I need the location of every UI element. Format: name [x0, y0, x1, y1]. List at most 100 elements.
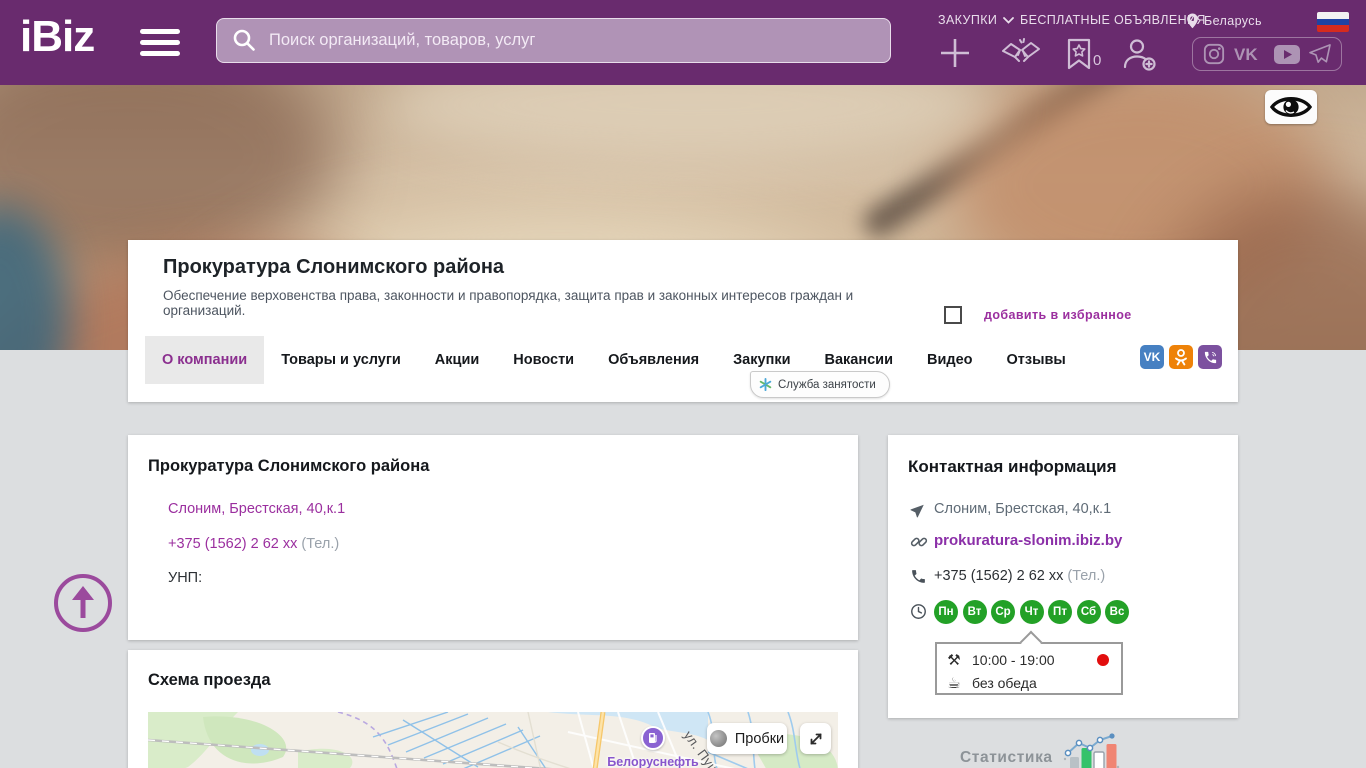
language-flag-russian[interactable] — [1317, 12, 1349, 32]
clock-icon — [910, 603, 928, 621]
nav-country[interactable]: Беларусь — [1186, 13, 1262, 29]
nav-country-label: Беларусь — [1204, 14, 1262, 28]
map-poi-label: Белоруснефть — [583, 755, 723, 768]
vacancy-tooltip-label: Служба занятости — [778, 379, 876, 391]
company-social-links: VK — [1140, 345, 1222, 369]
company-website-link[interactable]: prokuratura-slonim.ibiz.by — [934, 532, 1122, 549]
search-bar — [216, 18, 891, 63]
lunch-coffee-icon: ☕ — [945, 674, 963, 692]
day-badge-tue[interactable]: Вт — [963, 600, 987, 624]
lunch-note: без обеда — [972, 675, 1037, 691]
navigation-arrow-icon — [910, 501, 928, 519]
expand-icon — [808, 731, 824, 747]
day-badge-sat[interactable]: Сб — [1077, 600, 1101, 624]
tab-reviews[interactable]: Отзывы — [990, 336, 1083, 384]
handshake-icon — [1000, 38, 1042, 70]
tab-ads[interactable]: Объявления — [591, 336, 716, 384]
svg-text:VK: VK — [1234, 45, 1258, 63]
traffic-button-label: Пробки — [735, 731, 784, 747]
ibiz-logo[interactable]: iBiz — [20, 12, 94, 62]
add-to-favorites[interactable]: добавить в избранное — [944, 306, 1132, 324]
company-address-link[interactable]: Слоним, Брестская, 40,к.1 — [168, 501, 345, 517]
contact-phone[interactable]: +375 (1562) 2 62 xx — [934, 568, 1063, 584]
tab-video[interactable]: Видео — [910, 336, 990, 384]
user-add-icon — [1122, 38, 1158, 72]
profile-button[interactable] — [1122, 38, 1158, 72]
favorite-label: добавить в избранное — [984, 308, 1132, 322]
phone-note: (Тел.) — [301, 536, 339, 552]
link-icon — [910, 533, 928, 551]
contact-card-title: Контактная информация — [908, 457, 1117, 477]
eye-icon — [1270, 94, 1312, 120]
contact-address: Слоним, Брестская, 40,к.1 — [934, 501, 1111, 517]
header-social-links: VK — [1192, 37, 1342, 71]
day-badge-thu[interactable]: Чт — [1020, 600, 1044, 624]
nav-free-ads[interactable]: БЕСПЛАТНЫЕ ОБЪЯВЛЕНИЯ — [1020, 13, 1206, 27]
hamburger-menu-button[interactable] — [140, 29, 180, 57]
company-info-card: Прокуратура Слонимского района Слоним, Б… — [128, 435, 858, 640]
header: iBiz ЗАКУПКИ БЕСПЛАТНЫЕ ОБЪЯВЛЕНИЯ Белар… — [0, 0, 1366, 85]
contact-phone-note: (Тел.) — [1067, 568, 1105, 584]
day-badge-fri[interactable]: Пт — [1048, 600, 1072, 624]
company-description: Обеспечение верховенства права, законнос… — [163, 288, 923, 318]
day-badge-wed[interactable]: Ср — [991, 600, 1015, 624]
gas-station-icon[interactable] — [641, 726, 665, 750]
scroll-to-top-button[interactable] — [54, 574, 112, 632]
tab-news[interactable]: Новости — [496, 336, 591, 384]
working-days: Пн Вт Ср Чт Пт Сб Вс — [934, 600, 1129, 624]
odnoklassniki-icon[interactable] — [1169, 345, 1193, 369]
partnership-button[interactable] — [1000, 38, 1042, 70]
statistics-section[interactable]: Статистика — [960, 733, 1121, 768]
website-text[interactable]: prokuratura-slonim.ibiz.by — [934, 532, 1122, 549]
address-text[interactable]: Слоним, Брестская, 40,к.1 — [168, 501, 345, 517]
info-card-title: Прокуратура Слонимского района — [148, 457, 429, 476]
nav-zakupki-label: ЗАКУПКИ — [938, 13, 997, 27]
traffic-toggle-button[interactable]: Пробки — [707, 723, 787, 754]
search-input[interactable] — [216, 18, 891, 63]
nav-zakupki[interactable]: ЗАКУПКИ — [938, 13, 1014, 27]
company-header-card: Прокуратура Слонимского района Обеспечен… — [128, 240, 1238, 402]
search-icon — [232, 28, 256, 52]
tab-promotions[interactable]: Акции — [418, 336, 496, 384]
map-card-title: Схема проезда — [148, 671, 271, 690]
working-hours: 10:00 - 19:00 — [972, 652, 1055, 668]
traffic-light-icon — [710, 730, 727, 747]
viber-icon[interactable] — [1198, 345, 1222, 369]
tab-products[interactable]: Товары и услуги — [264, 336, 418, 384]
day-badge-mon[interactable]: Пн — [934, 600, 958, 624]
favorites-button[interactable] — [1066, 38, 1092, 70]
arrow-up-icon — [70, 586, 96, 620]
vk-icon[interactable]: VK — [1234, 45, 1264, 63]
employment-service-icon — [759, 378, 772, 391]
youtube-icon[interactable] — [1274, 45, 1300, 64]
map-canvas[interactable]: ул. Пушкина Белоруснефть Пробки — [148, 712, 838, 768]
telegram-icon[interactable] — [1309, 44, 1331, 64]
working-hours-tooltip: ⚒ 10:00 - 19:00 ☕ без обеда — [935, 642, 1123, 695]
location-pin-icon — [1186, 13, 1199, 29]
instagram-icon[interactable] — [1203, 43, 1225, 65]
add-company-button[interactable] — [938, 36, 972, 70]
unp-label: УНП: — [168, 570, 202, 586]
chevron-down-icon — [1003, 17, 1014, 24]
tab-about[interactable]: О компании — [145, 336, 264, 384]
map-card: Схема проезда — [128, 650, 858, 768]
page: iBiz ЗАКУПКИ БЕСПЛАТНЫЕ ОБЪЯВЛЕНИЯ Белар… — [0, 0, 1366, 768]
page-title: Прокуратура Слонимского района — [163, 256, 504, 279]
phone-icon — [910, 568, 928, 586]
statistics-label: Статистика — [960, 737, 1053, 767]
day-badge-sun[interactable]: Вс — [1105, 600, 1129, 624]
company-tabs: О компании Товары и услуги Акции Новости… — [145, 336, 1083, 384]
accessibility-version-button[interactable] — [1265, 90, 1317, 124]
favorites-count: 0 — [1093, 52, 1101, 69]
bookmark-star-icon — [1066, 38, 1092, 70]
map-fullscreen-button[interactable] — [800, 723, 831, 754]
statistics-chart-icon — [1063, 733, 1121, 768]
plus-icon — [938, 36, 972, 70]
vk-share-icon[interactable]: VK — [1140, 345, 1164, 369]
company-phone-row: +375 (1562) 2 62 xx (Тел.) — [168, 536, 339, 552]
vacancy-tooltip: Служба занятости — [750, 371, 890, 398]
contact-phone-row: +375 (1562) 2 62 xx (Тел.) — [934, 568, 1105, 584]
phone-link[interactable]: +375 (1562) 2 62 xx — [168, 536, 297, 552]
work-tools-icon: ⚒ — [945, 651, 963, 669]
favorite-checkbox[interactable] — [944, 306, 962, 324]
